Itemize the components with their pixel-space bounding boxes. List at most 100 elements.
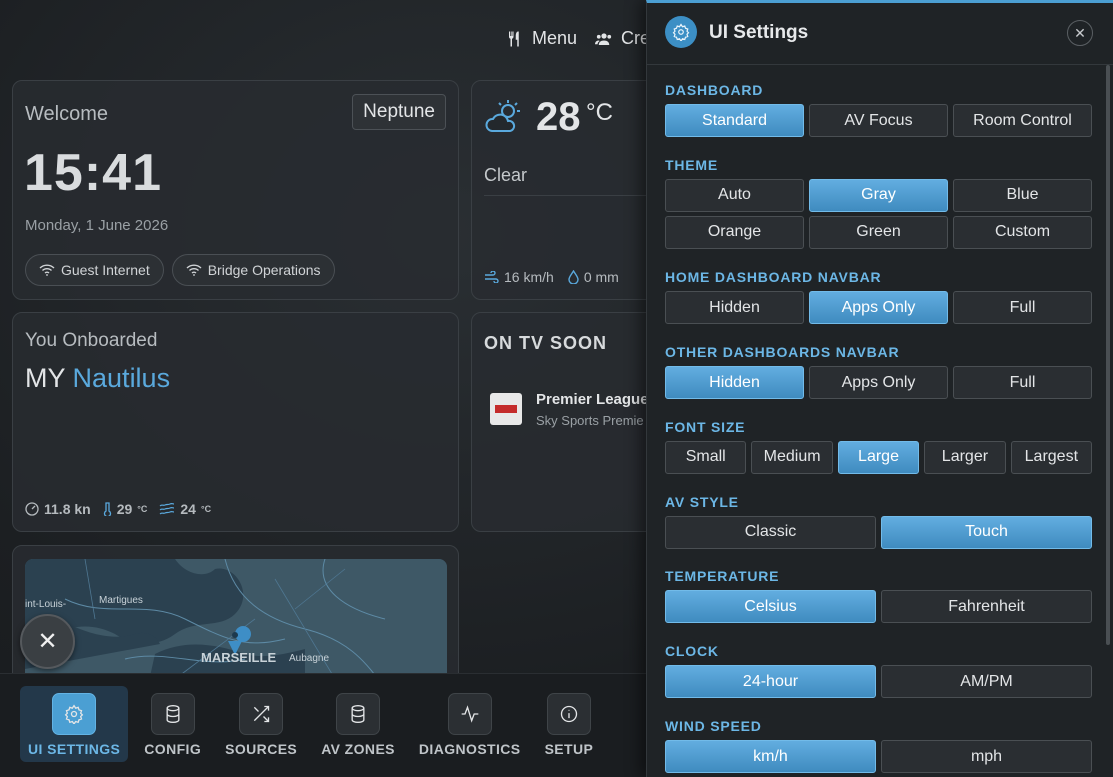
menu-link[interactable]: Menu	[506, 28, 577, 49]
section-clock: CLOCK 24-hour AM/PM	[665, 641, 1092, 716]
section-title: DASHBOARD	[665, 82, 764, 98]
crew-link[interactable]: Cre	[595, 28, 650, 49]
option-small-button[interactable]: Small	[665, 440, 747, 474]
onboard-card: You Onboarded MY Nautilus 11.8 kn 29 °C 2…	[12, 312, 459, 532]
option-large-button[interactable]: Large	[837, 440, 920, 474]
program-title[interactable]: Premier League	[536, 391, 649, 408]
waves-icon	[159, 503, 175, 515]
option-full-button[interactable]: Full	[953, 291, 1092, 325]
welcome-card: Welcome Neptune 15:41 Monday, 1 June 202…	[12, 80, 459, 300]
option-full-button[interactable]: Full	[953, 366, 1092, 400]
option-av-focus-button[interactable]: AV Focus	[809, 104, 948, 137]
option-am-pm-button[interactable]: AM/PM	[881, 665, 1092, 699]
vessel-button[interactable]: Neptune	[352, 94, 446, 130]
tv-soon-title: ON TV SOON	[484, 333, 608, 353]
map-label: Martigues	[99, 595, 143, 606]
map-image	[25, 559, 447, 684]
option-touch-button[interactable]: Touch	[881, 515, 1092, 549]
option-room-control-button[interactable]: Room Control	[953, 104, 1092, 137]
wifi-icon	[186, 264, 202, 276]
option-gray-button[interactable]: Gray	[809, 178, 948, 212]
tab-av-zones[interactable]: AV ZONES	[313, 686, 403, 762]
option-green-button[interactable]: Green	[809, 215, 948, 249]
option-larger-button[interactable]: Larger	[924, 440, 1006, 474]
option-custom-button[interactable]: Custom	[953, 215, 1092, 249]
close-icon: ✕	[1074, 24, 1086, 41]
section-title: OTHER DASHBOARDS NAVBAR	[665, 344, 900, 361]
tab-config[interactable]: CONFIG	[136, 686, 209, 762]
thermometer-icon	[103, 502, 111, 516]
tab-label: CONFIG	[144, 741, 202, 757]
panel-scrollbar[interactable]	[1106, 65, 1110, 645]
shuffle-icon	[254, 705, 270, 723]
air-temp-unit: °C	[137, 504, 148, 514]
option-fahrenheit-button[interactable]: Fahrenheit	[881, 590, 1092, 624]
partly-sunny-icon	[485, 100, 520, 132]
activity-icon	[461, 705, 479, 723]
vessel-stats: 11.8 kn 29 °C 24 °C	[25, 501, 211, 517]
rain-value: 0 mm	[583, 269, 619, 285]
section-title: WIND SPEED	[665, 718, 762, 735]
tab-diagnostics[interactable]: DIAGNOSTICS	[411, 686, 529, 762]
tab-ui-settings[interactable]: UI SETTINGS	[20, 686, 129, 762]
onboard-label: You Onboarded	[25, 330, 158, 351]
weather-card[interactable]: 28 °C Clear 16 km/h 0 mm	[471, 80, 671, 300]
weather-condition: Clear	[484, 165, 528, 185]
option-standard-button[interactable]: Standard	[665, 104, 804, 137]
tab-label: DIAGNOSTICS	[418, 741, 521, 757]
option-largest-button[interactable]: Largest	[1010, 440, 1093, 474]
panel-title: UI Settings	[709, 22, 809, 43]
tab-setup[interactable]: SETUP	[537, 686, 602, 762]
welcome-label: Welcome	[25, 103, 108, 125]
speed-stat: 11.8 kn	[25, 501, 91, 517]
gauge-icon	[25, 502, 39, 516]
wind-stat: 16 km/h	[484, 269, 554, 285]
yacht-name: MY Nautilus	[25, 363, 170, 394]
option-km-h-button[interactable]: km/h	[665, 740, 876, 774]
info-icon	[560, 705, 578, 723]
option-medium-button[interactable]: Medium	[751, 440, 833, 474]
utensils-icon	[509, 31, 519, 46]
settings-sections: DASHBOARD Standard AV Focus Room Control T…	[665, 80, 1093, 777]
section-other-navbar: OTHER DASHBOARDS NAVBAR Hidden Apps Only F…	[665, 342, 1092, 417]
option-apps-only-button[interactable]: Apps Only	[809, 366, 948, 400]
yacht-vessel-name: Nautilus	[72, 363, 171, 393]
channel-logo	[490, 393, 522, 425]
network-bridge-operations[interactable]: Bridge Operations	[171, 254, 335, 286]
option-mph-button[interactable]: mph	[881, 740, 1092, 774]
network-guest-internet[interactable]: Guest Internet	[25, 254, 164, 286]
ui-settings-panel: UI Settings ✕ DASHBOARD Standard AV Focus…	[646, 0, 1113, 777]
panel-close-button[interactable]: ✕	[1067, 20, 1093, 46]
database-icon	[166, 705, 180, 724]
droplet-icon	[568, 270, 579, 284]
menu-label: Menu	[532, 28, 578, 48]
water-temp-value: 24	[180, 501, 196, 517]
option-classic-button[interactable]: Classic	[665, 515, 876, 549]
option-hidden-button[interactable]: Hidden	[665, 291, 804, 325]
section-title: HOME DASHBOARD NAVBAR	[665, 269, 882, 286]
close-floating-button[interactable]: ✕	[20, 614, 75, 669]
gear-icon	[64, 704, 84, 724]
option-24-hour-button[interactable]: 24-hour	[665, 665, 876, 699]
panel-header: UI Settings ✕	[647, 3, 1113, 65]
option-apps-only-button[interactable]: Apps Only	[809, 291, 948, 325]
option-celsius-button[interactable]: Celsius	[665, 590, 876, 624]
wind-value: 16 km/h	[504, 269, 554, 285]
option-auto-button[interactable]: Auto	[665, 178, 804, 212]
network-list: Guest Internet Bridge Operations	[25, 254, 335, 286]
map-view[interactable]: int-Louis- Martigues MARSEILLE Aubagne	[25, 559, 447, 684]
option-orange-button[interactable]: Orange	[665, 215, 804, 249]
clock-time: 15:41	[24, 144, 162, 202]
tab-label: SOURCES	[225, 741, 298, 757]
section-title: CLOCK	[665, 643, 719, 660]
tab-sources[interactable]: SOURCES	[217, 686, 305, 762]
divider	[484, 195, 670, 196]
section-home-navbar: HOME DASHBOARD NAVBAR Hidden Apps Only Ful…	[665, 267, 1092, 342]
clock-date: Monday, 1 June 2026	[25, 217, 169, 234]
tab-label: SETUP	[544, 741, 594, 757]
weather-unit: °C	[586, 99, 613, 126]
section-title: AV STYLE	[665, 493, 739, 510]
option-hidden-button[interactable]: Hidden	[665, 366, 804, 400]
option-blue-button[interactable]: Blue	[953, 178, 1092, 212]
section-font-size: FONT SIZE Small Medium Large Larger Largest	[665, 417, 1093, 492]
